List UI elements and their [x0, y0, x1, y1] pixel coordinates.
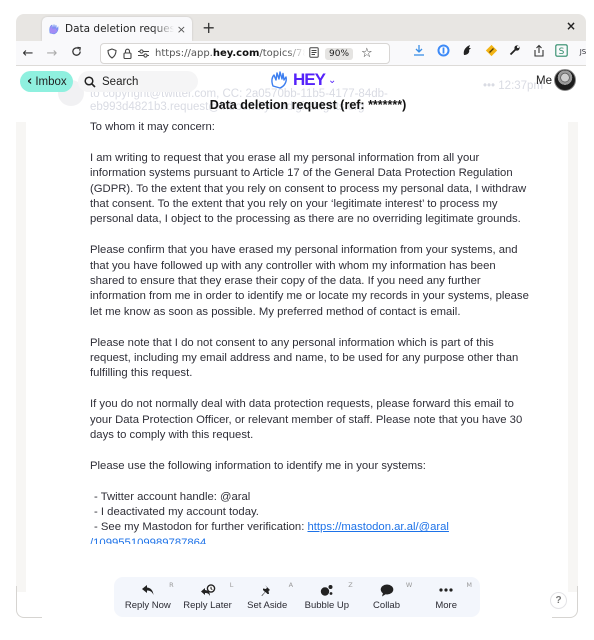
- 1password-icon[interactable]: [434, 44, 452, 60]
- subject-text: Data deletion request (ref: *******): [209, 98, 407, 112]
- imbox-label: Imbox: [35, 75, 67, 88]
- url-domain: hey.com: [212, 48, 260, 59]
- collab-button[interactable]: W Collab: [357, 579, 417, 615]
- reload-button[interactable]: [64, 46, 88, 61]
- lock-icon[interactable]: [123, 48, 132, 59]
- imbox-back-button[interactable]: ‹ Imbox: [20, 71, 73, 92]
- tab-title: Data deletion request (ref: *******): [65, 23, 174, 35]
- mastodon-link-continuation[interactable]: /109955109989787864: [90, 536, 530, 544]
- body-paragraph: Please confirm that you have erased my p…: [90, 244, 529, 318]
- hey-logo-menu[interactable]: HEY ⌄: [270, 70, 336, 90]
- s-box-icon[interactable]: S: [552, 44, 570, 60]
- action-label: Reply Now: [124, 600, 171, 611]
- hey-hand-logo-icon: [271, 71, 287, 89]
- bookmark-star-icon[interactable]: ☆: [361, 46, 373, 61]
- hey-hand-icon: [48, 23, 60, 35]
- list-item-text: - See my Mastodon for further verificati…: [94, 521, 308, 534]
- chevron-down-icon: ⌄: [327, 74, 337, 86]
- permissions-icon[interactable]: [138, 49, 149, 58]
- page-rail-left: [16, 122, 26, 592]
- navigation-toolbar: ← → https://app.hey.com/topics/78566 90%…: [16, 41, 594, 66]
- email-action-bar: R Reply Now L Reply Later A Set Aside Z: [114, 577, 480, 617]
- shield-icon[interactable]: [107, 48, 117, 59]
- list-item: - Twitter account handle: @aral: [94, 490, 251, 503]
- body-paragraph: If you do not normally deal with data pr…: [90, 398, 523, 442]
- me-label[interactable]: Me: [536, 75, 552, 87]
- share-icon[interactable]: [530, 44, 548, 60]
- shortcut-key: L: [229, 581, 234, 589]
- action-label: More: [435, 600, 458, 611]
- search-label: Search: [102, 75, 139, 88]
- download-icon[interactable]: [410, 44, 428, 59]
- tab-bar: Data deletion request (ref: *******) × +…: [16, 14, 586, 41]
- search-icon: [84, 75, 96, 88]
- wrench-icon[interactable]: [506, 44, 524, 59]
- forward-button[interactable]: →: [40, 46, 64, 61]
- shortcut-key: R: [169, 581, 174, 589]
- reload-icon: [71, 46, 81, 56]
- email-subject: Data deletion request (ref: *******): [0, 98, 594, 112]
- shortcut-key: M: [466, 581, 473, 589]
- url-prefix: https://app.: [155, 48, 213, 59]
- menu-icon[interactable]: ≡: [590, 44, 594, 59]
- body-paragraph: I am writing to request that you erase a…: [90, 151, 527, 226]
- chevron-left-icon: ‹: [27, 74, 33, 89]
- list-item: - See my Mastodon for further verificati…: [94, 520, 530, 535]
- ext-bird-icon[interactable]: [458, 44, 476, 60]
- browser-tab-active[interactable]: Data deletion request (ref: *******) ×: [42, 17, 192, 41]
- action-label: Reply Later: [183, 600, 232, 611]
- url-bar[interactable]: https://app.hey.com/topics/78566 90% ☆: [100, 43, 390, 64]
- url-text[interactable]: https://app.hey.com/topics/78566: [155, 48, 305, 59]
- greeting: To whom it may concern:: [90, 121, 215, 133]
- body-paragraph: Please note that I do not consent to any…: [90, 336, 519, 380]
- tab-close-icon[interactable]: ×: [177, 23, 186, 36]
- body-paragraph: Please use the following information to …: [90, 459, 426, 472]
- hey-app: all-tech.org to copyright@twitter.com, C…: [0, 66, 594, 640]
- message-time: ••• 12:37pm: [483, 80, 544, 92]
- ext-diamond-icon[interactable]: [482, 44, 500, 60]
- action-label: Set Aside: [247, 600, 288, 611]
- search-button[interactable]: Search: [78, 71, 198, 92]
- reply-now-button[interactable]: R Reply Now: [118, 579, 178, 615]
- help-button[interactable]: ?: [550, 592, 567, 609]
- url-path: /topics/78566: [259, 48, 305, 59]
- reply-later-icon: [200, 583, 216, 597]
- list-item: - I deactivated my account today.: [94, 506, 259, 519]
- window-close-button[interactable]: ×: [566, 19, 576, 33]
- page-rail-right: [568, 122, 578, 592]
- new-tab-button[interactable]: +: [202, 18, 215, 37]
- page-corner-left: [16, 586, 42, 618]
- zoom-level-badge[interactable]: 90%: [325, 47, 354, 60]
- mastodon-link[interactable]: https://mastodon.ar.al/@aral: [307, 521, 448, 533]
- set-aside-button[interactable]: A Set Aside: [237, 579, 297, 615]
- pin-icon: [260, 583, 274, 597]
- action-label: Collab: [373, 600, 400, 611]
- back-button[interactable]: ←: [16, 46, 40, 61]
- chat-bubble-icon: [380, 583, 394, 597]
- shortcut-key: Z: [348, 581, 353, 589]
- email-body: To whom it may concern: I am writing to …: [90, 120, 530, 544]
- screen-top: [0, 0, 594, 14]
- shortcut-key: A: [288, 581, 294, 589]
- action-label: Bubble Up: [304, 600, 350, 611]
- user-avatar[interactable]: [554, 69, 576, 91]
- reader-view-icon[interactable]: [309, 46, 319, 61]
- more-button[interactable]: M More: [416, 579, 476, 615]
- reply-later-button[interactable]: L Reply Later: [178, 579, 238, 615]
- bubbles-icon: [320, 583, 334, 597]
- hey-wordmark: HEY: [293, 70, 326, 89]
- bubble-up-button[interactable]: Z Bubble Up: [297, 579, 357, 615]
- more-dots-icon: [439, 583, 453, 597]
- reply-icon: [141, 583, 155, 597]
- svg-text:S: S: [558, 47, 564, 57]
- shortcut-key: W: [405, 581, 413, 589]
